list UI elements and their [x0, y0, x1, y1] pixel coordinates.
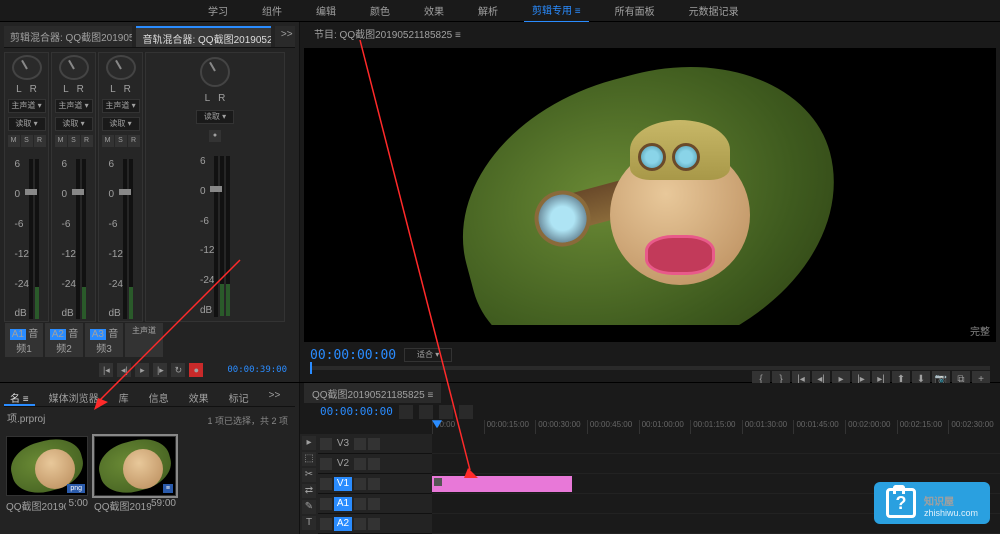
master-strip: LR 读取 ▾ ● 60-6-12-24dB	[145, 52, 285, 322]
settings-icon[interactable]	[459, 405, 473, 419]
mute-icon[interactable]	[354, 498, 366, 510]
eye-icon[interactable]	[368, 438, 380, 450]
program-scrubber[interactable]	[310, 366, 990, 370]
track-strip-1: LR 主声道 ▾ 读取 ▾ M S R 60-6-12-24dB	[4, 52, 49, 322]
solo-icon[interactable]	[368, 498, 380, 510]
program-view[interactable]: 完整	[304, 48, 996, 342]
record-button[interactable]: R	[34, 135, 46, 147]
track-label: A3 音频3	[85, 323, 123, 357]
tab-audio[interactable]: 解析	[470, 0, 506, 22]
tab-edit[interactable]: 编辑	[308, 0, 344, 22]
mixer-tabs: 剪辑混合器: QQ截图20190521185825 音轨混合器: QQ截图201…	[4, 26, 295, 48]
track-mixer-tab[interactable]: 音轨混合器: QQ截图20190521185825 ≡	[136, 26, 270, 47]
effects-tab[interactable]: 效果	[183, 387, 215, 406]
track-strip-3: LR 主声道 ▾ 读取 ▾ MSR 60-6-12-24dB	[98, 52, 143, 322]
workspace-tabs: 学习 组件 编辑 颜色 效果 解析 剪辑专用 ≡ 所有面板 元数据记录	[0, 0, 1000, 22]
track-label: A2 音频2	[45, 323, 83, 357]
tab-color[interactable]: 颜色	[362, 0, 398, 22]
libraries-tab[interactable]: 库	[113, 387, 135, 406]
info-tab[interactable]: 信息	[143, 387, 175, 406]
zoom-dropdown[interactable]: 适合 ▾	[404, 348, 452, 362]
full-label: 完整	[970, 323, 990, 338]
track-label: 主声道	[125, 323, 163, 357]
tab-assembly[interactable]: 组件	[254, 0, 290, 22]
video-track-header[interactable]: V2	[318, 454, 432, 474]
sequence-tab[interactable]: QQ截图20190521185825 ≡	[304, 383, 441, 403]
track-strip-2: LR 主声道 ▾ 读取 ▾ MSR 60-6-12-24dB	[51, 52, 96, 322]
project-overflow[interactable]: >>	[263, 387, 287, 406]
clip-mixer-tab[interactable]: 剪辑混合器: QQ截图20190521185825	[4, 26, 132, 47]
project-name: 项.prproj	[7, 410, 45, 431]
mixer-transport: |◂ ◂| ▸ |▸ ↻ ● 00:00:39:00	[4, 362, 295, 378]
pan-knob[interactable]	[12, 55, 42, 80]
media-browser-tab[interactable]: 媒体浏览器	[43, 387, 105, 406]
selection-status: 1 项已选择，共 2 项	[203, 410, 292, 431]
track-select-tool-icon[interactable]: ⬚	[302, 452, 316, 466]
project-tab[interactable]: 名 ≡	[4, 387, 35, 406]
program-tab[interactable]: 节目: QQ截图20190521185825 ≡	[306, 23, 469, 44]
selection-tool-icon[interactable]: ▸	[302, 436, 316, 450]
loop-icon[interactable]: ↻	[171, 363, 185, 377]
toggle-output-icon[interactable]	[354, 438, 366, 450]
video-track-header[interactable]: V3	[318, 434, 432, 454]
go-to-in-icon[interactable]: |◂	[99, 363, 113, 377]
level-meter	[35, 159, 39, 319]
output-dropdown[interactable]: 主声道 ▾	[55, 99, 93, 113]
step-back-icon[interactable]: ◂|	[117, 363, 131, 377]
video-clip[interactable]	[432, 476, 572, 492]
watermark: ? 知识屋zhishiwu.com	[874, 482, 990, 524]
tab-effects[interactable]: 效果	[416, 0, 452, 22]
timeline-tools: ▸ ⬚ ✂ ⇄ ✎ T	[300, 434, 318, 534]
step-fwd-icon[interactable]: |▸	[153, 363, 167, 377]
fx-badge-icon[interactable]	[434, 478, 442, 486]
mute-button[interactable]: M	[8, 135, 20, 147]
type-tool-icon[interactable]: T	[302, 516, 316, 530]
program-timecode[interactable]: 00:00:00:00	[310, 348, 396, 363]
master-fader[interactable]	[214, 156, 218, 317]
output-dropdown[interactable]: 主声道 ▾	[8, 99, 46, 113]
automation-dropdown[interactable]: 读取 ▾	[55, 117, 93, 131]
audio-track-header[interactable]: A2	[318, 514, 432, 534]
tab-metadata[interactable]: 元数据记录	[681, 0, 747, 22]
razor-tool-icon[interactable]: ✂	[302, 468, 316, 482]
solo-button[interactable]: S	[21, 135, 33, 147]
audio-mixer-panel: 剪辑混合器: QQ截图20190521185825 音轨混合器: QQ截图201…	[0, 22, 300, 382]
snap-icon[interactable]	[399, 405, 413, 419]
project-panel: 名 ≡ 媒体浏览器 库 信息 效果 标记 >> 项.prproj 1 项已选择，…	[0, 383, 300, 534]
transport-timecode: 00:00:39:00	[227, 363, 287, 377]
track-label: A1 音频1	[5, 323, 43, 357]
automation-dropdown[interactable]: 读取 ▾	[8, 117, 46, 131]
linked-selection-icon[interactable]	[419, 405, 433, 419]
watermark-icon: ?	[886, 488, 916, 518]
program-monitor: 节目: QQ截图20190521185825 ≡ 完整 00:00:00:00 …	[300, 22, 1000, 382]
marker-icon[interactable]	[439, 405, 453, 419]
pan-knob[interactable]	[106, 55, 136, 80]
pan-knob[interactable]	[59, 55, 89, 80]
tab-editing-custom[interactable]: 剪辑专用 ≡	[524, 0, 589, 23]
video-track-header[interactable]: V1	[318, 474, 432, 494]
record-icon[interactable]: ●	[189, 363, 203, 377]
bin-item[interactable]: png QQ截图20190521185825.png5:00	[6, 436, 88, 528]
slip-tool-icon[interactable]: ⇄	[302, 484, 316, 498]
track-headers: V3 V2 V1 A1 A2	[318, 434, 432, 534]
time-ruler[interactable]: 00:0000:00:15:0000:00:30:0000:00:45:0000…	[432, 420, 1000, 434]
tab-learn[interactable]: 学习	[200, 0, 236, 22]
markers-tab[interactable]: 标记	[223, 387, 255, 406]
master-mute[interactable]: ●	[209, 130, 221, 142]
lock-icon[interactable]	[320, 438, 332, 450]
audio-track-header[interactable]: A1	[318, 494, 432, 514]
master-knob[interactable]	[200, 57, 230, 87]
timeline-timecode[interactable]: 00:00:00:00	[320, 405, 393, 418]
bin-item[interactable]: ≡ QQ截图2019052118582559:00	[94, 436, 176, 528]
mixer-overflow[interactable]: >>	[275, 26, 295, 47]
volume-fader[interactable]	[29, 159, 33, 319]
tab-all-panels[interactable]: 所有面板	[607, 0, 663, 22]
pen-tool-icon[interactable]: ✎	[302, 500, 316, 514]
play-icon[interactable]: ▸	[135, 363, 149, 377]
